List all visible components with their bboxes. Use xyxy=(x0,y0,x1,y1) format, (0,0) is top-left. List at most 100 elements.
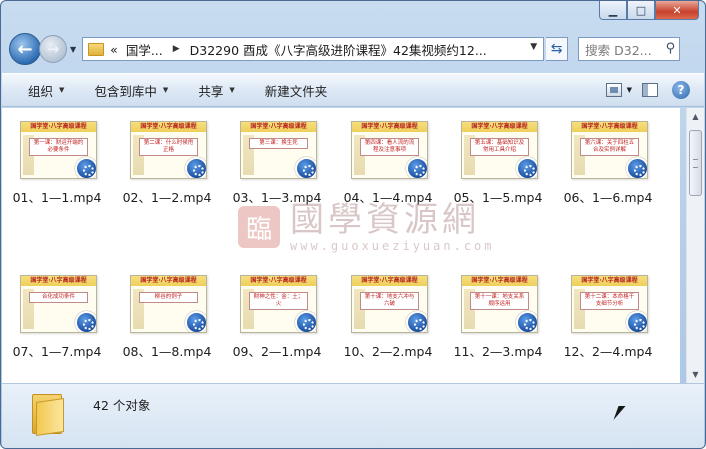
vertical-scrollbar[interactable]: ▲ ▼ xyxy=(686,108,704,383)
media-player-icon xyxy=(626,311,647,332)
back-button[interactable]: ← xyxy=(9,33,41,65)
organize-menu[interactable]: 组织 ▼ xyxy=(28,81,64,100)
video-thumbnail: 国学堂·八字高级课程 第十课：地支六冲与六破 xyxy=(351,275,428,333)
file-item[interactable]: 国学堂·八字高级课程第一课：财运开端的必要条件 01、1—1.mp4 xyxy=(4,114,110,214)
search-placeholder: 搜索 D32... xyxy=(585,42,652,58)
video-thumbnail: 国学堂·八字高级课程 第十二课：本命格干支细节分析 xyxy=(571,275,648,333)
address-row: ← → ▼ « 国学... ▶ D32290 酉成《八字高级进阶课程》42集视频… xyxy=(9,31,697,67)
file-name[interactable]: 03、1—3.mp4 xyxy=(224,187,330,206)
chevron-down-icon: ▼ xyxy=(162,86,169,94)
thumbnail-header: 国学堂·八字高级课程 xyxy=(21,276,96,286)
forward-button[interactable]: → xyxy=(39,35,67,63)
maximize-button[interactable]: □ xyxy=(627,1,655,20)
include-in-library-menu[interactable]: 包含到库中 ▼ xyxy=(94,81,168,100)
address-bar[interactable]: « 国学... ▶ D32290 酉成《八字高级进阶课程》42集视频约12...… xyxy=(82,37,545,61)
thumbnail-header: 国学堂·八字高级课程 xyxy=(241,276,316,286)
media-player-icon xyxy=(406,157,427,178)
file-name[interactable]: 04、1—4.mp4 xyxy=(335,187,441,206)
file-item[interactable]: 国学堂·八字高级课程第二课：什么时候甩正格 02、1—2.mp4 xyxy=(114,114,220,214)
history-dropdown-icon[interactable]: ▼ xyxy=(70,45,76,54)
thumbnail-header: 国学堂·八字高级课程 xyxy=(131,122,206,132)
file-name[interactable]: 11、2—3.mp4 xyxy=(445,341,551,360)
video-thumbnail: 国学堂·八字高级课程財神之性：金：土；火 xyxy=(240,275,317,333)
refresh-button[interactable]: ⇆ xyxy=(546,37,569,61)
file-name[interactable]: 02、1—2.mp4 xyxy=(114,187,220,206)
explorer-window: ▁ □ ✕ ← → ▼ « 国学... ▶ D32290 酉成《八字高级进阶课程… xyxy=(0,0,706,449)
file-name[interactable]: 05、1—5.mp4 xyxy=(445,187,551,206)
thumbnail-caption: 第十一课：地支关系顺序运用 xyxy=(470,292,529,310)
file-name[interactable]: 07、1—7.mp4 xyxy=(4,341,110,360)
thumbnail-caption: 第五课：基础知识及常用工具介绍 xyxy=(470,138,529,156)
search-icon[interactable]: ⚲ xyxy=(666,41,676,56)
media-player-icon xyxy=(185,157,206,178)
video-thumbnail: 国学堂·八字高级课程第一课：财运开端的必要条件 xyxy=(20,121,97,179)
details-pane: 42 个对象 xyxy=(2,383,704,448)
media-player-icon xyxy=(516,157,537,178)
thumbnail-header: 国学堂·八字高级课程 xyxy=(462,122,537,132)
breadcrumb-separator-icon[interactable]: ▶ xyxy=(173,44,180,54)
close-button[interactable]: ✕ xyxy=(655,1,699,20)
window-controls: ▁ □ ✕ xyxy=(599,1,699,21)
file-item[interactable]: 国学堂·八字高级课程財神之性：金：土；火 09、2—1.mp4 xyxy=(224,268,330,368)
file-item[interactable]: 国学堂·八字高级课程 第六课：关于四柱五合及实例详解 06、1—6.mp4 xyxy=(555,114,661,214)
organize-label: 组织 xyxy=(28,83,54,99)
file-item[interactable]: 国学堂·八字高级课程 合化成功条件 07、1—7.mp4 xyxy=(4,268,110,368)
file-item[interactable]: 国学堂·八字高级课程 第十课：地支六冲与六破 10、2—2.mp4 xyxy=(335,268,441,368)
command-bar: 组织 ▼ 包含到库中 ▼ 共享 ▼ 新建文件夹 ▼ ? xyxy=(2,73,704,107)
scroll-down-icon[interactable]: ▼ xyxy=(687,366,704,383)
share-label: 共享 xyxy=(198,83,224,99)
breadcrumb-current[interactable]: D32290 酉成《八字高级进阶课程》42集视频约12... xyxy=(190,40,487,59)
file-item[interactable]: 国学堂·八字高级课程 第十二课：本命格干支细节分析 12、2—4.mp4 xyxy=(555,268,661,368)
scroll-up-icon[interactable]: ▲ xyxy=(687,108,704,125)
folder-large-icon xyxy=(32,390,66,436)
media-player-icon xyxy=(516,311,537,332)
file-item[interactable]: 国学堂·八字高级课程 第四课：看人流的流程及注意事项 04、1—4.mp4 xyxy=(335,114,441,214)
media-player-icon xyxy=(626,157,647,178)
thumbnail-caption: 柳谷的例子 xyxy=(139,292,198,303)
thumbnail-header: 国学堂·八字高级课程 xyxy=(21,122,96,132)
thumbnail-header: 国学堂·八字高级课程 xyxy=(572,276,647,286)
breadcrumb-parent[interactable]: 国学... xyxy=(126,40,163,59)
chevron-down-icon: ▼ xyxy=(59,86,65,94)
refresh-icon: ⇆ xyxy=(550,41,563,57)
media-player-icon xyxy=(406,311,427,332)
file-item[interactable]: 国学堂·八字高级课程 柳谷的例子 08、1—8.mp4 xyxy=(114,268,220,368)
mouse-cursor-icon xyxy=(613,406,626,420)
file-name[interactable]: 12、2—4.mp4 xyxy=(555,341,661,360)
video-thumbnail: 国学堂·八字高级课程 第三课：换生死 xyxy=(240,121,317,179)
share-menu[interactable]: 共享 ▼ xyxy=(198,81,234,100)
breadcrumb-overflow[interactable]: « xyxy=(110,42,118,57)
thumbnail-caption: 第二课：什么时候甩正格 xyxy=(139,138,198,156)
file-item[interactable]: 国学堂·八字高级课程第五课：基础知识及常用工具介绍 05、1—5.mp4 xyxy=(445,114,551,214)
thumbnail-caption: 第一课：财运开端的必要条件 xyxy=(29,138,88,156)
thumbnail-header: 国学堂·八字高级课程 xyxy=(241,122,316,132)
thumbnail-caption: 財神之性：金：土；火 xyxy=(249,292,308,310)
file-name[interactable]: 06、1—6.mp4 xyxy=(555,187,661,206)
forward-arrow-icon: → xyxy=(46,40,60,58)
media-player-icon xyxy=(295,157,316,178)
view-dropdown-icon[interactable]: ▼ xyxy=(627,86,632,94)
file-name[interactable]: 08、1—8.mp4 xyxy=(114,341,220,360)
search-input[interactable]: 搜索 D32... ⚲ xyxy=(578,37,681,61)
new-folder-button[interactable]: 新建文件夹 xyxy=(265,81,328,100)
thumbnail-caption: 第六课：关于四柱五合及实例详解 xyxy=(580,138,639,156)
video-thumbnail: 国学堂·八字高级课程第五课：基础知识及常用工具介绍 xyxy=(461,121,538,179)
file-item[interactable]: 国学堂·八字高级课程 第三课：换生死 03、1—3.mp4 xyxy=(224,114,330,214)
file-name[interactable]: 01、1—1.mp4 xyxy=(4,187,110,206)
change-view-icon[interactable] xyxy=(605,83,622,97)
address-dropdown-icon[interactable]: ▼ xyxy=(530,42,537,52)
video-thumbnail: 国学堂·八字高级课程 第十一课：地支关系顺序运用 xyxy=(461,275,538,333)
media-player-icon xyxy=(295,311,316,332)
minimize-button[interactable]: ▁ xyxy=(599,1,627,20)
help-icon[interactable]: ? xyxy=(672,81,690,99)
file-list: 臨 國學資源網 www.guoxueziyuan.com 国学堂·八字高级课程第… xyxy=(2,108,680,383)
include-in-library-label: 包含到库中 xyxy=(94,83,157,99)
scroll-thumb[interactable] xyxy=(689,130,702,196)
file-item[interactable]: 国学堂·八字高级课程 第十一课：地支关系顺序运用 11、2—3.mp4 xyxy=(445,268,551,368)
chevron-down-icon: ▼ xyxy=(229,86,235,94)
media-player-icon xyxy=(75,157,96,178)
back-arrow-icon: ← xyxy=(17,38,33,60)
file-name[interactable]: 10、2—2.mp4 xyxy=(335,341,441,360)
file-name[interactable]: 09、2—1.mp4 xyxy=(224,341,330,360)
preview-pane-icon[interactable] xyxy=(642,83,658,97)
